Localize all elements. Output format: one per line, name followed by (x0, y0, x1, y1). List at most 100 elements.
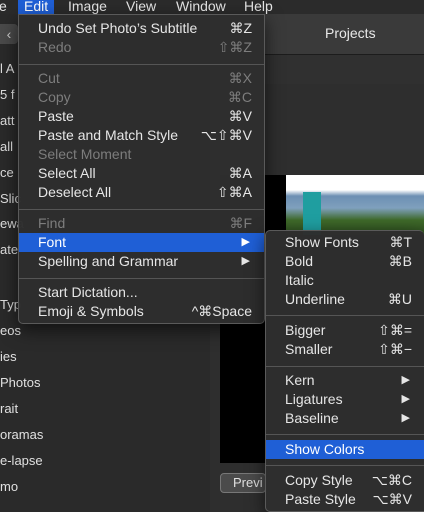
menu-item-label: Paste and Match Style (38, 127, 179, 143)
sidebar-item-portrait[interactable]: rait (0, 401, 18, 416)
shortcut: ^⌘Space (191, 303, 252, 319)
menubar-item-window[interactable]: Window (176, 0, 226, 15)
menu-item-label: Select Moment (38, 146, 132, 162)
menu-item-bold[interactable]: Bold ⌘B (266, 252, 424, 271)
menu-item-label: Spelling and Grammar (38, 253, 179, 269)
menu-item-paste-style[interactable]: Paste Style ⌥⌘V (266, 490, 424, 509)
menu-item-find[interactable]: Find ⌘F (19, 214, 264, 233)
menu-item-paste-match-style[interactable]: Paste and Match Style ⌥⇧⌘V (19, 126, 264, 145)
menu-item-label: Select All (38, 165, 96, 181)
menu-item-copy[interactable]: Copy ⌘C (19, 88, 264, 107)
shortcut: ⌘B (388, 253, 412, 269)
menu-item-label: Bigger (285, 322, 326, 338)
menu-item-cut[interactable]: Cut ⌘X (19, 69, 264, 88)
menu-item-start-dictation[interactable]: Start Dictation... (19, 283, 264, 302)
shortcut: ⇧⌘= (378, 322, 412, 338)
shortcut: ⌘F (229, 215, 252, 231)
sidebar-item-live-photos[interactable]: Photos (0, 375, 40, 390)
edit-menu: Undo Set Photo’s Subtitle ⌘Z Redo ⇧⌘Z Cut ⌘… (18, 14, 265, 324)
menu-separator (19, 278, 264, 279)
shortcut: ⌘C (227, 89, 252, 105)
shortcut: ⇧⌘Z (217, 39, 252, 55)
menu-item-label: Smaller (285, 341, 333, 357)
shortcut: ⌘T (389, 234, 412, 250)
menu-item-smaller[interactable]: Smaller ⇧⌘− (266, 340, 424, 359)
menu-item-spelling-grammar[interactable]: Spelling and Grammar ▶ (19, 252, 264, 271)
menu-item-kern[interactable]: Kern ▶ (266, 371, 424, 390)
menu-item-label: Redo (38, 39, 72, 55)
toolbar (265, 54, 424, 84)
sidebar-item[interactable]: ate (0, 242, 18, 257)
shortcut: ⌘A (228, 165, 252, 181)
menu-separator (19, 64, 264, 65)
sidebar-item[interactable]: ce (0, 165, 14, 180)
menubar-item-edit[interactable]: Edit (18, 0, 55, 15)
shortcut: ⌘V (228, 108, 252, 124)
menu-item-label: Copy Style (285, 472, 353, 488)
menu-item-ligatures[interactable]: Ligatures ▶ (266, 390, 424, 409)
shortcut: ⇧⌘− (378, 341, 412, 357)
menu-separator (266, 434, 424, 435)
preview-button[interactable]: Previ (220, 473, 266, 493)
shortcut: ⇧⌘A (216, 184, 252, 200)
menu-item-italic[interactable]: Italic (266, 271, 424, 290)
menu-separator (266, 315, 424, 316)
menu-item-label: Emoji & Symbols (38, 303, 144, 319)
menu-item-label: Font (38, 234, 67, 250)
menu-item-label: Italic (285, 272, 314, 288)
sidebar-item-panoramas[interactable]: oramas (0, 427, 43, 442)
menu-item-label: Ligatures (285, 391, 343, 407)
sidebar-item[interactable]: 5 f (0, 87, 14, 102)
shortcut: ⌘Z (229, 20, 252, 36)
menu-item-label: Kern (285, 372, 315, 388)
menubar-item-view[interactable]: View (126, 0, 156, 15)
menu-item-show-fonts[interactable]: Show Fonts ⌘T (266, 233, 424, 252)
submenu-arrow-icon: ▶ (241, 236, 250, 248)
sidebar-item-time-lapse[interactable]: e-lapse (0, 453, 43, 468)
shortcut: ⌥⌘C (371, 472, 412, 488)
sidebar-item[interactable]: l A (0, 61, 14, 76)
menu-item-label: Show Colors (285, 441, 365, 457)
menu-item-label: Underline (285, 291, 345, 307)
submenu-arrow-icon: ▶ (241, 255, 250, 267)
photo-accent-bar (303, 192, 321, 235)
menu-item-show-colors[interactable]: Show Colors (266, 440, 424, 459)
menu-item-redo[interactable]: Redo ⇧⌘Z (19, 38, 264, 57)
submenu-arrow-icon: ▶ (401, 374, 410, 386)
menu-item-label: Paste Style (285, 491, 356, 507)
menubar-item-file[interactable]: e (0, 0, 7, 15)
menu-item-paste[interactable]: Paste ⌘V (19, 107, 264, 126)
menu-item-bigger[interactable]: Bigger ⇧⌘= (266, 321, 424, 340)
sidebar-item[interactable]: att (0, 113, 14, 128)
sidebar-item[interactable]: all (0, 139, 13, 154)
menubar-item-help[interactable]: Help (244, 0, 273, 15)
menu-item-select-moment[interactable]: Select Moment (19, 145, 264, 164)
menu-item-deselect-all[interactable]: Deselect All ⇧⌘A (19, 183, 264, 202)
menu-item-baseline[interactable]: Baseline ▶ (266, 409, 424, 428)
shortcut: ⌥⌘V (372, 491, 412, 507)
menu-item-label: Copy (38, 89, 71, 105)
menu-item-label: Bold (285, 253, 314, 269)
menu-separator (266, 366, 424, 367)
shortcut: ⌘U (387, 291, 412, 307)
menu-item-label: Deselect All (38, 184, 112, 200)
back-button[interactable]: ‹ (0, 24, 18, 44)
sidebar-item-videos[interactable]: eos (0, 323, 21, 338)
menu-item-undo[interactable]: Undo Set Photo’s Subtitle ⌘Z (19, 19, 264, 38)
menu-item-font[interactable]: Font ▶ (19, 233, 264, 252)
window-title: Projects (325, 25, 376, 41)
sidebar-item-slo-mo[interactable]: mo (0, 479, 18, 494)
menubar-item-image[interactable]: Image (68, 0, 107, 15)
menu-item-label: Baseline (285, 410, 339, 426)
menu-item-underline[interactable]: Underline ⌘U (266, 290, 424, 309)
sidebar-item-selfies[interactable]: ies (0, 349, 17, 364)
menu-item-emoji-symbols[interactable]: Emoji & Symbols ^⌘Space (19, 302, 264, 321)
menu-item-label: Cut (38, 70, 60, 86)
menu-separator (19, 209, 264, 210)
menu-item-label: Find (38, 215, 66, 231)
submenu-arrow-icon: ▶ (401, 412, 410, 424)
menu-item-select-all[interactable]: Select All ⌘A (19, 164, 264, 183)
shortcut: ⌘X (228, 70, 252, 86)
submenu-arrow-icon: ▶ (401, 393, 410, 405)
menu-item-copy-style[interactable]: Copy Style ⌥⌘C (266, 471, 424, 490)
